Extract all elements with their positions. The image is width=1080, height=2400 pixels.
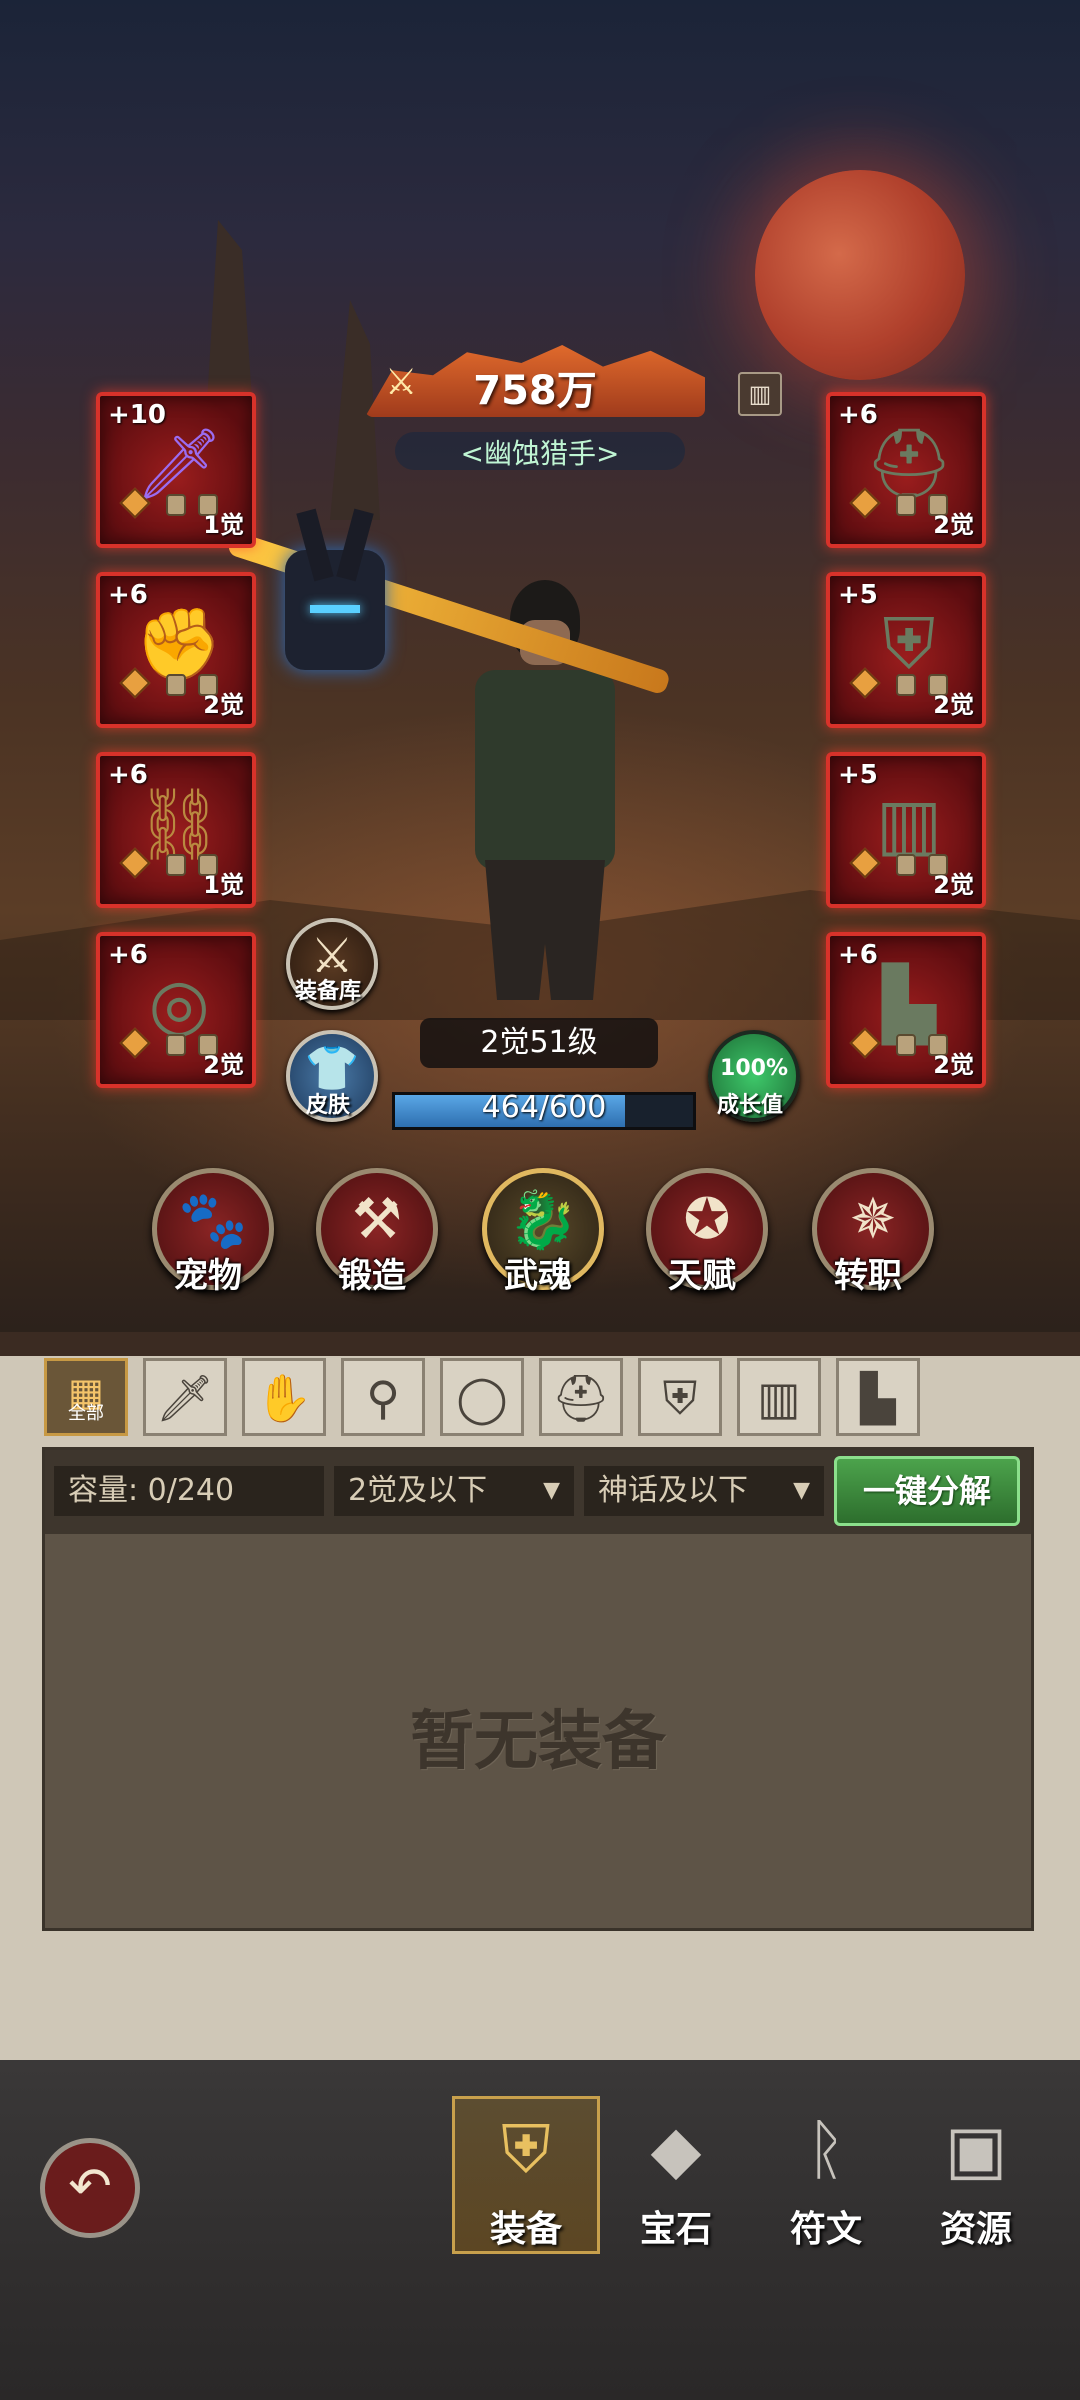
- nav-runes[interactable]: ᚱ 符文: [756, 2100, 896, 2260]
- armory-label: 装备库: [294, 979, 361, 1004]
- chest-armor-icon: ⛨: [882, 603, 936, 685]
- talent-menu-label: 天赋: [668, 1256, 736, 1296]
- tab-boots[interactable]: ▙: [836, 1358, 920, 1436]
- lock-icon: [166, 854, 186, 876]
- skin-label: 皮肤: [305, 1093, 350, 1118]
- awaken-level: 2觉: [933, 691, 974, 719]
- nav-gems-label: 宝石: [639, 2209, 712, 2250]
- awaken-level: 2觉: [933, 871, 974, 899]
- purple-sword-icon: 🗡: [134, 423, 224, 505]
- character-title: <幽蚀猎手>: [460, 437, 620, 470]
- blood-moon: [755, 170, 965, 380]
- pants-icon: ▥: [875, 783, 943, 865]
- gear-slot-helmet[interactable]: +6 ⛑ 2觉: [826, 392, 986, 548]
- rune-icon: ᚱ: [806, 2111, 846, 2188]
- awaken-filter-dropdown[interactable]: 2觉及以下 ▼: [334, 1466, 574, 1516]
- tab-helmet[interactable]: ⛑: [539, 1358, 623, 1436]
- decompose-all-button[interactable]: 一键分解: [834, 1456, 1020, 1526]
- lock-icon: [166, 674, 186, 696]
- xp-text: 464/600: [481, 1090, 607, 1125]
- pet-dark-armor: [255, 508, 415, 720]
- quality-filter-value: 神话及以下: [598, 1473, 748, 1508]
- dragon-icon: 🐉: [508, 1188, 578, 1253]
- awaken-level: 2觉: [203, 691, 244, 719]
- gear-slot-boots[interactable]: +6 ▙ 2觉: [826, 932, 986, 1088]
- helmet-icon: ⛑: [864, 423, 954, 505]
- nav-equipment[interactable]: ⛨ 装备: [456, 2100, 596, 2260]
- gear-slot-pants[interactable]: +5 ▥ 2觉: [826, 752, 986, 908]
- nav-gems[interactable]: ◆ 宝石: [606, 2100, 746, 2260]
- awaken-filter-value: 2觉及以下: [348, 1473, 488, 1508]
- boots-icon: ▙: [860, 1371, 896, 1425]
- gear-slot-gloves[interactable]: +6 ✊ 2觉: [96, 572, 256, 728]
- hero-character: [226, 530, 672, 1030]
- gear-slot-weapon[interactable]: +10 🗡 1觉: [96, 392, 256, 548]
- gauntlet-icon: ✊: [135, 603, 223, 685]
- gear-slot-armor[interactable]: +5 ⛨ 2觉: [826, 572, 986, 728]
- character-level: 2觉51级: [420, 1018, 658, 1068]
- ring-icon: ◎: [148, 963, 210, 1045]
- tab-all[interactable]: ▦ 全部: [44, 1358, 128, 1436]
- class-change-menu-label: 转职: [834, 1256, 902, 1296]
- talent-emblem-icon: ✪: [683, 1187, 731, 1252]
- tab-pants[interactable]: ▥: [737, 1358, 821, 1436]
- ranking-chart-icon[interactable]: ▥: [738, 372, 782, 416]
- tab-armor[interactable]: ⛨: [638, 1358, 722, 1436]
- back-button[interactable]: ↶: [40, 2138, 140, 2238]
- armor-icon: ⛨: [662, 1371, 698, 1425]
- awaken-level: 1觉: [203, 511, 244, 539]
- equipment-armor-icon: ⛨: [501, 2111, 551, 2188]
- empty-inventory-text: 暂无装备: [410, 1705, 666, 1779]
- awaken-level: 2觉: [203, 1051, 244, 1079]
- lock-icon: [166, 494, 186, 516]
- growth-percent: 100%: [720, 1056, 788, 1081]
- awaken-level: 1觉: [203, 871, 244, 899]
- boots-icon: ▙: [882, 963, 936, 1045]
- gem-stone-icon: ◆: [650, 2111, 702, 2188]
- winged-star-icon: ✵: [849, 1187, 897, 1252]
- sword-icon: 🗡: [155, 1371, 215, 1425]
- necklace-icon: ⚲: [366, 1371, 400, 1425]
- nav-resources[interactable]: ▣ 资源: [906, 2100, 1046, 2260]
- tab-all-label: 全部: [68, 1403, 104, 1424]
- chevron-down-icon: ▼: [793, 1478, 810, 1503]
- lock-icon: [896, 1034, 916, 1056]
- ring-icon: ◯: [456, 1371, 508, 1425]
- gear-slot-necklace[interactable]: +6 ⛓ 1觉: [96, 752, 256, 908]
- tab-gloves[interactable]: ✋: [242, 1358, 326, 1436]
- growth-label: 成长值: [716, 1093, 783, 1118]
- martial-soul-menu-label: 武魂: [504, 1256, 572, 1296]
- tab-ring[interactable]: ◯: [440, 1358, 524, 1436]
- gear-slot-ring[interactable]: +6 ◎ 2觉: [96, 932, 256, 1088]
- back-arrow-icon: ↶: [68, 2157, 112, 2217]
- combat-power-value: 758万: [473, 368, 597, 414]
- pants-icon: ▥: [757, 1371, 801, 1425]
- quality-filter-dropdown[interactable]: 神话及以下 ▼: [584, 1466, 824, 1516]
- forge-menu-label: 锻造: [338, 1256, 406, 1296]
- paw-icon: 🐾: [178, 1188, 248, 1253]
- helmet-icon: ⛑: [551, 1371, 611, 1425]
- nav-resources-label: 资源: [939, 2209, 1012, 2250]
- lock-icon: [896, 674, 916, 696]
- glove-icon: ✋: [255, 1371, 313, 1425]
- lock-icon: [896, 494, 916, 516]
- lock-icon: [166, 1034, 186, 1056]
- capacity-display: 容量: 0/240: [54, 1466, 324, 1516]
- tab-necklace[interactable]: ⚲: [341, 1358, 425, 1436]
- resource-chest-icon: ▣: [944, 2111, 1008, 2188]
- chevron-down-icon: ▼: [543, 1478, 560, 1503]
- tab-weapon[interactable]: 🗡: [143, 1358, 227, 1436]
- nav-runes-label: 符文: [789, 2209, 862, 2250]
- nav-equipment-label: 装备: [489, 2209, 562, 2250]
- amulet-chain-icon: ⛓: [134, 783, 224, 865]
- awaken-level: 2觉: [933, 1051, 974, 1079]
- panel-top-border: [0, 1332, 1080, 1356]
- lock-icon: [896, 854, 916, 876]
- anvil-icon: ⚒: [351, 1187, 403, 1252]
- awaken-level: 2觉: [933, 511, 974, 539]
- pet-menu-label: 宠物: [174, 1256, 242, 1296]
